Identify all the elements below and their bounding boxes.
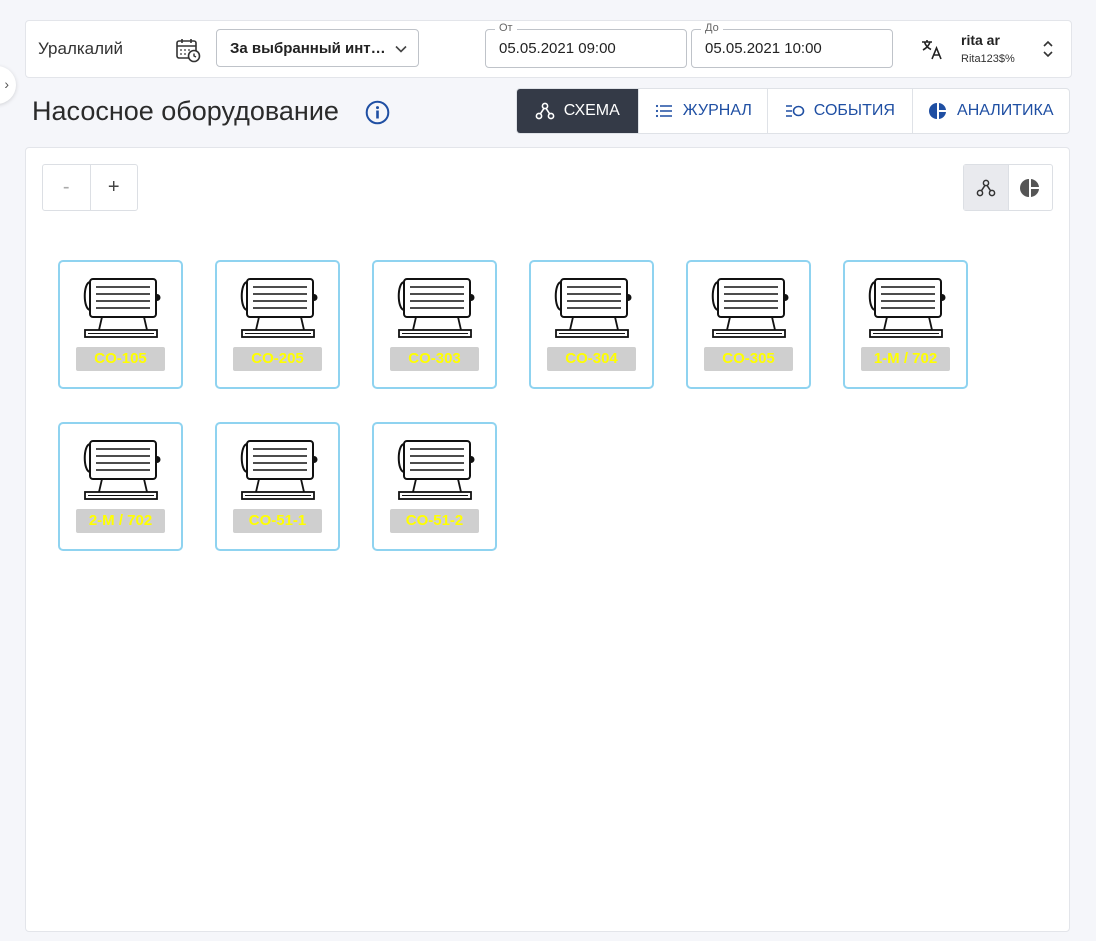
- equipment-card[interactable]: CO-51-1: [215, 422, 340, 551]
- equipment-label: CO-304: [547, 347, 636, 371]
- pie-chart-icon: [1020, 178, 1040, 197]
- date-to-field[interactable]: До 05.05.2021 10:00: [691, 22, 893, 68]
- events-icon: [785, 105, 805, 117]
- pump-icon: [554, 278, 632, 338]
- user-name: rita ar: [961, 32, 1000, 48]
- equipment-label: 1-M / 702: [861, 347, 950, 371]
- pump-icon: [711, 278, 789, 338]
- equipment-label: CO-205: [233, 347, 322, 371]
- tab-schema-label: СХЕМА: [563, 102, 620, 119]
- top-bar: Уралкалий За выбранный интервал От 05.05…: [25, 20, 1072, 78]
- equipment-card[interactable]: CO-51-2: [372, 422, 497, 551]
- view-mode-toggle: [963, 164, 1053, 211]
- pump-icon: [397, 278, 475, 338]
- equipment-label: CO-51-1: [233, 509, 322, 533]
- pump-icon: [83, 440, 161, 500]
- schema-icon: [976, 179, 996, 196]
- list-icon: [655, 104, 672, 118]
- tab-events[interactable]: СОБЫТИЯ: [767, 89, 911, 133]
- equipment-card[interactable]: CO-105: [58, 260, 183, 389]
- schema-view-button[interactable]: [964, 165, 1009, 210]
- date-from-field[interactable]: От 05.05.2021 09:00: [485, 22, 687, 68]
- chevron-down-icon: [395, 45, 407, 53]
- sidebar-toggle[interactable]: ›: [0, 66, 16, 104]
- equipment-card[interactable]: CO-305: [686, 260, 811, 389]
- tab-analytics[interactable]: АНАЛИТИКА: [911, 89, 1069, 133]
- tab-journal[interactable]: ЖУРНАЛ: [637, 89, 768, 133]
- date-to-label: До: [701, 22, 723, 34]
- equipment-card[interactable]: 1-M / 702: [843, 260, 968, 389]
- date-to-value: 05.05.2021 10:00: [705, 40, 822, 57]
- pump-icon: [868, 278, 946, 338]
- equipment-label: CO-51-2: [390, 509, 479, 533]
- zoom-controls: - +: [42, 164, 138, 211]
- period-select[interactable]: За выбранный интервал: [216, 29, 419, 67]
- pie-chart-icon: [929, 103, 947, 119]
- calendar-clock-icon[interactable]: [175, 37, 201, 63]
- info-icon[interactable]: [365, 100, 390, 125]
- tab-journal-label: ЖУРНАЛ: [682, 102, 752, 119]
- schema-panel: - + CO-105 CO-205 CO-303 CO-304 CO-305 1…: [25, 147, 1070, 932]
- translate-icon[interactable]: [920, 37, 944, 61]
- company-name: Уралкалий: [38, 39, 124, 58]
- equipment-card[interactable]: CO-205: [215, 260, 340, 389]
- zoom-out-button[interactable]: -: [43, 165, 91, 210]
- zoom-in-button[interactable]: +: [91, 165, 138, 210]
- equipment-card[interactable]: CO-304: [529, 260, 654, 389]
- pump-icon: [83, 278, 161, 338]
- tab-schema[interactable]: СХЕМА: [517, 89, 638, 133]
- page-title: Насосное оборудование: [32, 96, 339, 126]
- tab-events-label: СОБЫТИЯ: [813, 102, 895, 119]
- equipment-card[interactable]: 2-M / 702: [58, 422, 183, 551]
- period-select-value: За выбранный интервал: [230, 40, 392, 57]
- equipment-label: CO-105: [76, 347, 165, 371]
- equipment-label: 2-M / 702: [76, 509, 165, 533]
- chart-view-button[interactable]: [1009, 165, 1053, 210]
- unfold-icon[interactable]: [1041, 39, 1055, 59]
- user-login: Rita123$%: [961, 53, 1015, 65]
- schema-icon: [535, 102, 555, 120]
- pump-icon: [240, 278, 318, 338]
- equipment-label: CO-305: [704, 347, 793, 371]
- tab-analytics-label: АНАЛИТИКА: [957, 102, 1054, 119]
- chevron-right-icon: ›: [4, 76, 9, 92]
- date-from-label: От: [495, 22, 517, 34]
- view-tabs: СХЕМА ЖУРНАЛ СОБЫТИЯ АНАЛИТИКА: [516, 88, 1070, 134]
- equipment-grid: CO-105 CO-205 CO-303 CO-304 CO-305 1-M /…: [58, 260, 968, 551]
- pump-icon: [397, 440, 475, 500]
- equipment-label: CO-303: [390, 347, 479, 371]
- date-from-value: 05.05.2021 09:00: [499, 40, 616, 57]
- equipment-card[interactable]: CO-303: [372, 260, 497, 389]
- pump-icon: [240, 440, 318, 500]
